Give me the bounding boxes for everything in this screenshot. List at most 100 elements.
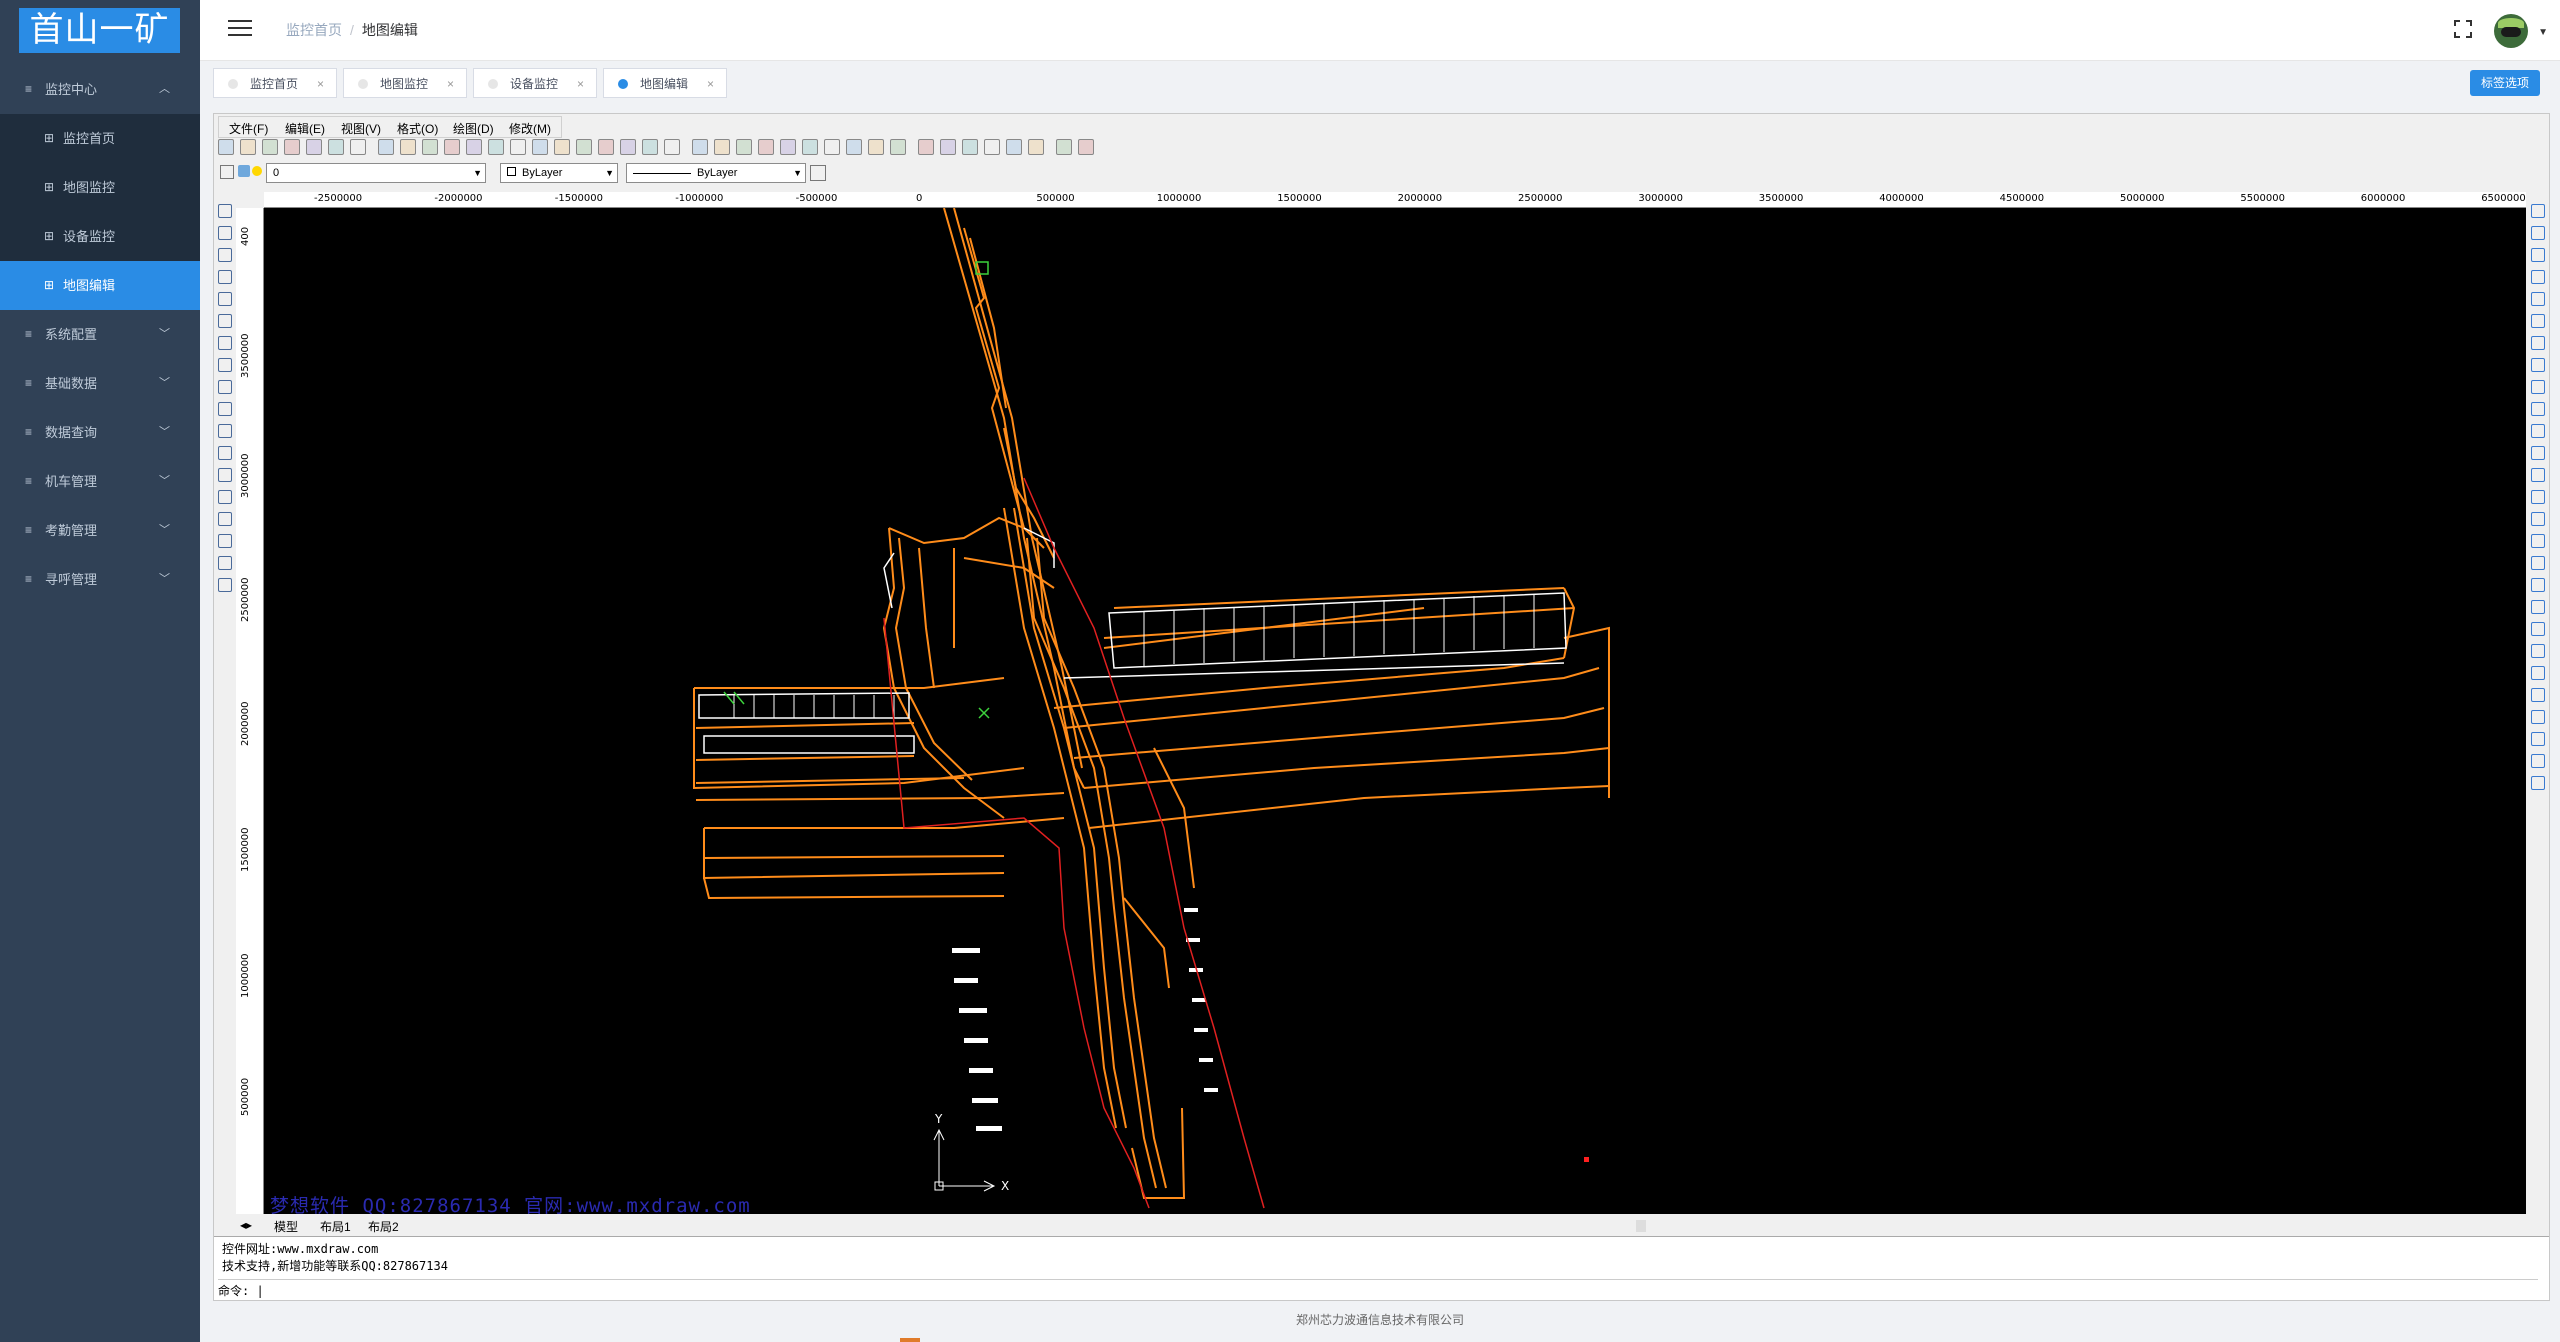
draw-tool-icon[interactable] [218,248,232,262]
linetype-select[interactable]: ByLayer ▼ [626,163,806,183]
sidebar-item-data-query[interactable]: ≡ 数据查询 ﹀ [0,408,200,457]
sidebar-item-system-config[interactable]: ≡ 系统配置 ﹀ [0,310,200,359]
draw-tool-icon[interactable] [218,292,232,306]
toolbar-tool-icon[interactable] [378,139,394,155]
close-icon[interactable]: × [317,69,324,99]
sidebar-item-device-monitor[interactable]: ⊞ 设备监控 [0,212,200,261]
cad-menu-edit[interactable]: 编辑(E) [285,120,325,137]
command-input[interactable]: 命令: | [218,1279,2538,1299]
toolbar-tool-icon[interactable] [400,139,416,155]
toolbar-tool-icon[interactable] [780,139,796,155]
avatar[interactable] [2494,14,2528,48]
toolbar-tool-icon[interactable] [218,139,234,155]
toolbar-tool-icon[interactable] [422,139,438,155]
caret-down-icon[interactable]: ▼ [2538,27,2548,38]
toolbar-tool-icon[interactable] [262,139,278,155]
fullscreen-icon[interactable] [2454,20,2472,38]
toolbar-tool-icon[interactable] [846,139,862,155]
toolbar-tool-icon[interactable] [940,139,956,155]
modify-tool-icon[interactable] [2531,578,2545,592]
toolbar-tool-icon[interactable] [510,139,526,155]
modify-tool-icon[interactable] [2531,292,2545,306]
tab-map-monitor[interactable]: 地图监控 × [343,68,467,98]
tab-map-edit[interactable]: 地图编辑 × [603,68,727,98]
modify-tool-icon[interactable] [2531,710,2545,724]
modify-tool-icon[interactable] [2531,336,2545,350]
modify-tool-icon[interactable] [2531,622,2545,636]
toolbar-tool-icon[interactable] [1028,139,1044,155]
toolbar-tool-icon[interactable] [620,139,636,155]
h-scrollbar-thumb[interactable] [1636,1220,1646,1232]
toolbar-tool-icon[interactable] [466,139,482,155]
modify-tool-icon[interactable] [2531,402,2545,416]
color-select[interactable]: ByLayer ▼ [500,163,618,183]
scroll-left-icon[interactable]: ◂▸ [240,1218,252,1232]
modify-tool-icon[interactable] [2531,380,2545,394]
toolbar-tool-icon[interactable] [1056,139,1072,155]
cad-menu-file[interactable]: 文件(F) [229,120,268,137]
layout-tab-model[interactable]: 模型 [274,1218,298,1235]
toolbar-tool-icon[interactable] [598,139,614,155]
toolbar-tool-icon[interactable] [692,139,708,155]
draw-tool-icon[interactable] [218,512,232,526]
draw-tool-icon[interactable] [218,556,232,570]
toolbar-tool-icon[interactable] [284,139,300,155]
breadcrumb-home[interactable]: 监控首页 [286,22,342,38]
toolbar-tool-icon[interactable] [532,139,548,155]
toolbar-tool-icon[interactable] [918,139,934,155]
layer-visible-icon[interactable] [238,165,250,177]
toolbar-tool-icon[interactable] [984,139,1000,155]
modify-tool-icon[interactable] [2531,358,2545,372]
sidebar-item-paging[interactable]: ≡ 寻呼管理 ﹀ [0,555,200,604]
toolbar-tool-icon[interactable] [328,139,344,155]
toolbar-tool-icon[interactable] [802,139,818,155]
toolbar-tool-icon[interactable] [306,139,322,155]
draw-tool-icon[interactable] [218,402,232,416]
hamburger-icon[interactable] [228,20,252,38]
draw-tool-icon[interactable] [218,468,232,482]
draw-tool-icon[interactable] [218,424,232,438]
layout-tab-layout1[interactable]: 布局1 [320,1218,351,1235]
modify-tool-icon[interactable] [2531,600,2545,614]
modify-tool-icon[interactable] [2531,248,2545,262]
toolbar-tool-icon[interactable] [642,139,658,155]
draw-tool-icon[interactable] [218,534,232,548]
modify-tool-icon[interactable] [2531,732,2545,746]
draw-tool-icon[interactable] [218,204,232,218]
draw-tool-icon[interactable] [218,380,232,394]
cad-menu-draw[interactable]: 绘图(D) [453,120,494,137]
modify-tool-icon[interactable] [2531,424,2545,438]
sidebar-item-map-edit[interactable]: ⊞ 地图编辑 [0,261,200,310]
tab-device-monitor[interactable]: 设备监控 × [473,68,597,98]
toolbar-tool-icon[interactable] [962,139,978,155]
toolbar-tool-icon[interactable] [350,139,366,155]
modify-tool-icon[interactable] [2531,446,2545,460]
modify-tool-icon[interactable] [2531,512,2545,526]
draw-tool-icon[interactable] [218,270,232,284]
modify-tool-icon[interactable] [2531,688,2545,702]
lineweight-icon[interactable] [810,165,826,181]
layer-manager-icon[interactable] [220,165,234,179]
cad-menu-view[interactable]: 视图(V) [341,120,381,137]
toolbar-tool-icon[interactable] [554,139,570,155]
toolbar-tool-icon[interactable] [758,139,774,155]
toolbar-tool-icon[interactable] [664,139,680,155]
close-icon[interactable]: × [707,69,714,99]
modify-tool-icon[interactable] [2531,490,2545,504]
draw-tool-icon[interactable] [218,446,232,460]
mine-map-drawing[interactable]: Y X [264,208,2526,1214]
draw-tool-icon[interactable] [218,314,232,328]
modify-tool-icon[interactable] [2531,666,2545,680]
toolbar-tool-icon[interactable] [576,139,592,155]
close-icon[interactable]: × [577,69,584,99]
draw-tool-icon[interactable] [218,226,232,240]
modify-tool-icon[interactable] [2531,556,2545,570]
modify-tool-icon[interactable] [2531,204,2545,218]
toolbar-tool-icon[interactable] [736,139,752,155]
modify-tool-icon[interactable] [2531,534,2545,548]
sidebar-item-basic-data[interactable]: ≡ 基础数据 ﹀ [0,359,200,408]
modify-tool-icon[interactable] [2531,314,2545,328]
draw-tool-icon[interactable] [218,578,232,592]
draw-tool-icon[interactable] [218,358,232,372]
modify-tool-icon[interactable] [2531,776,2545,790]
